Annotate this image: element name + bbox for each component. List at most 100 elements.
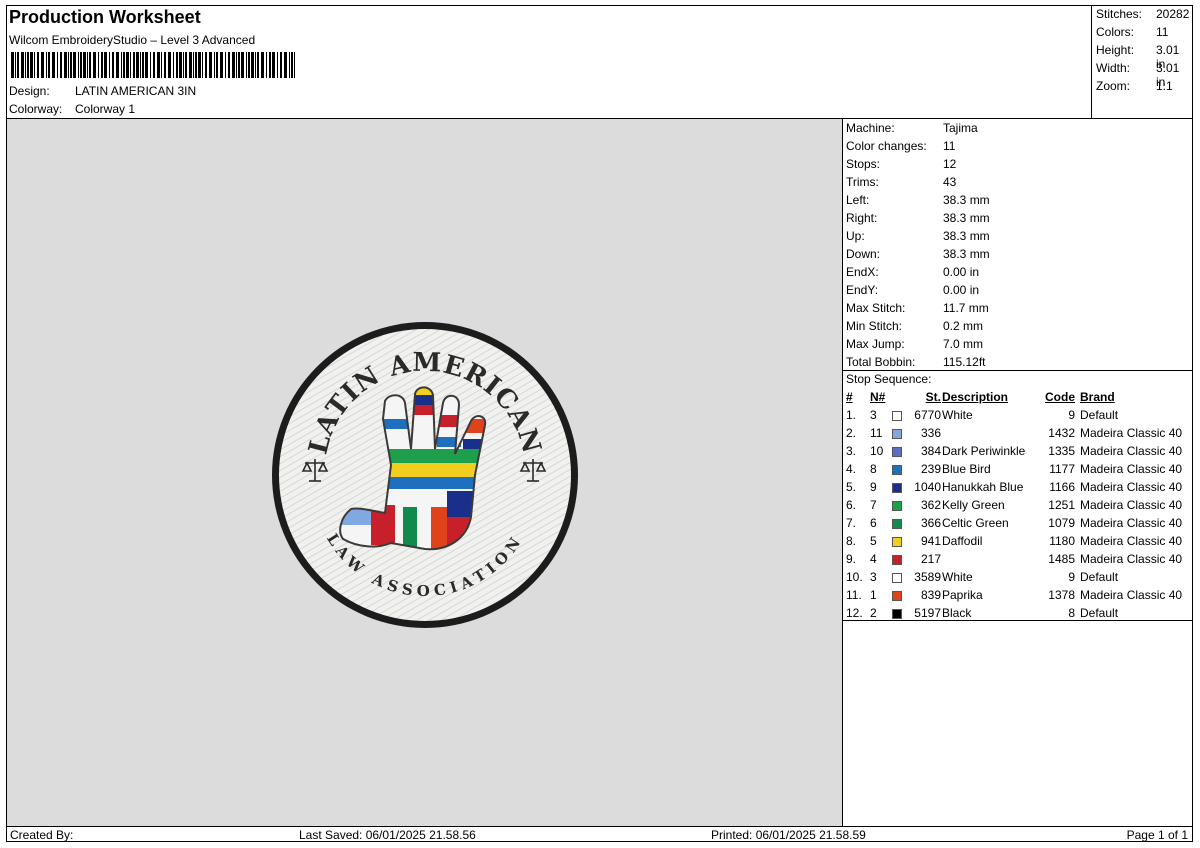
machine-label: Color changes: [846,139,927,153]
thread-brand: Default [1080,570,1119,584]
table-row: 9. 4 217 1485 Madeira Classic 40 [843,552,1192,570]
color-code: 1378 [1048,588,1075,602]
table-row: 7. 6 366 Celtic Green 1079 Madeira Classic 40 [843,516,1192,534]
stop-sequence-table: Stop Sequence: # N# St. Description Code… [843,370,1192,621]
needle-number: 2 [870,606,877,620]
machine-label: Max Jump: [846,337,905,351]
software-name: Wilcom EmbroideryStudio – Level 3 Advanc… [9,33,256,47]
machine-value: Tajima [943,121,978,135]
design-row: Design: LATIN AMERICAN 3IN [9,84,196,98]
color-code: 9 [1068,570,1075,584]
needle-number: 6 [870,516,877,530]
machine-value: 38.3 mm [943,211,990,225]
machine-value: 12 [943,157,957,171]
color-swatch [892,411,902,421]
stitch-count: 941 [920,534,941,548]
machine-value: 43 [943,175,957,189]
color-code: 1432 [1048,426,1075,440]
needle-number: 7 [870,498,877,512]
thread-brand: Default [1080,606,1119,620]
machine-value: 38.3 mm [943,247,990,261]
machine-label: Total Bobbin: [846,355,916,369]
color-code: 1079 [1048,516,1075,530]
color-swatch [892,573,902,583]
thread-brand: Madeira Classic 40 [1080,588,1183,602]
color-swatch [892,591,902,601]
machine-value: 11.7 mm [943,301,989,315]
row-index: 5. [846,480,857,494]
table-row: 4. 8 239 Blue Bird 1177 Madeira Classic 40 [843,462,1192,480]
embroidery-patch: LATIN AMERICAN LAW ASSOCIATION [272,322,578,628]
row-index: 10. [846,570,863,584]
thread-brand: Madeira Classic 40 [1080,444,1183,458]
needle-number: 8 [870,462,877,476]
machine-value: 38.3 mm [943,193,990,207]
machine-label: Stops: [846,157,881,171]
color-swatch [892,483,902,493]
colorway-label: Colorway: [9,102,63,116]
created-by: Created By: [10,828,74,842]
machine-value: 0.2 mm [943,319,984,333]
needle-number: 1 [870,588,877,602]
row-index: 1. [846,408,857,422]
color-code: 1177 [1049,462,1075,476]
table-row: 8. 5 941 Daffodil 1180 Madeira Classic 40 [843,534,1192,552]
row-index: 9. [846,552,857,566]
table-row: 2. 11 336 1432 Madeira Classic 40 [843,426,1192,444]
stitch-count: 5197 [914,606,941,620]
stat-colors: Colors: 11 [1096,25,1169,39]
machine-value: 7.0 mm [943,337,984,351]
color-description: White [942,408,973,422]
stitch-count: 6770 [914,408,941,422]
machine-label: Right: [846,211,878,225]
needle-number: 9 [870,480,877,494]
color-swatch [892,501,902,511]
color-description: Dark Periwinkle [942,444,1026,458]
thread-brand: Madeira Classic 40 [1080,462,1183,476]
color-code: 8 [1068,606,1075,620]
row-index: 2. [846,426,857,440]
design-value: LATIN AMERICAN 3IN [75,84,197,98]
machine-label: Down: [846,247,881,261]
row-index: 7. [846,516,857,530]
row-index: 4. [846,462,857,476]
stat-stitches: Stitches: 20282 [1096,7,1190,21]
thread-brand: Default [1080,408,1119,422]
table-row: 6. 7 362 Kelly Green 1251 Madeira Classic 40 [843,498,1192,516]
stitch-count: 384 [920,444,941,458]
stitch-count: 336 [920,426,941,440]
color-description: Black [942,606,972,620]
color-swatch [892,429,902,439]
row-index: 6. [846,498,857,512]
table-row: 5. 9 1040 Hanukkah Blue 1166 Madeira Classic … [843,480,1192,498]
needle-number: 11 [870,426,883,440]
color-code: 9 [1068,408,1075,422]
machine-label: EndX: [846,265,879,279]
needle-number: 10 [870,444,884,458]
machine-label: Machine: [846,121,895,135]
color-code: 1180 [1049,534,1075,548]
stop-table-header: # N# St. Description Code Brand [846,390,1115,404]
thread-brand: Madeira Classic 40 [1080,498,1183,512]
stitch-count: 366 [920,516,941,530]
last-saved: Last Saved: 06/01/2025 21.58.56 [299,828,476,842]
table-row: 12. 2 5197 Black 8 Default [843,606,1192,624]
machine-label: EndY: [846,283,879,297]
stitch-count: 239 [920,462,941,476]
row-index: 8. [846,534,857,548]
color-code: 1335 [1048,444,1075,458]
page-title: Production Worksheet [9,7,201,27]
stitch-count: 3589 [914,570,941,584]
stitch-count: 362 [920,498,941,512]
design-preview-canvas[interactable]: LATIN AMERICAN LAW ASSOCIATION [7,119,843,826]
stitch-count: 217 [920,552,941,566]
worksheet-header: Production Worksheet Wilcom EmbroiderySt… [7,6,1092,119]
colorway-value: Colorway 1 [75,102,136,116]
row-index: 12. [846,606,863,620]
color-description: Hanukkah Blue [942,480,1024,494]
color-swatch [892,447,902,457]
color-swatch [892,519,902,529]
machine-value: 11 [943,139,956,153]
page-number: Page 1 of 1 [1126,828,1188,842]
color-code: 1251 [1048,498,1075,512]
